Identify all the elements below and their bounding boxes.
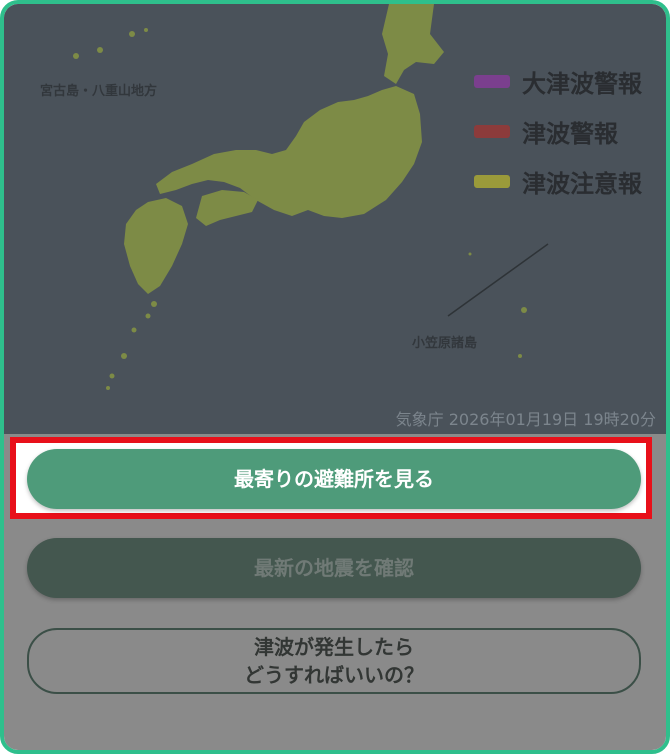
legend-item-tsunami-advisory: 津波注意報 bbox=[474, 156, 642, 206]
major-warning-swatch bbox=[474, 74, 510, 88]
honshu-island bbox=[156, 86, 422, 218]
tsunami-help-button[interactable]: 津波が発生したら どうすればいいの？ bbox=[27, 628, 641, 694]
miyako-yaeyama-label: 宮古島・八重山地方 bbox=[40, 84, 158, 99]
tsunami-map[interactable]: 宮古島・八重山地方 小笠原諸島 大津波警報 津波警報 津波注意報 気象庁 202… bbox=[4, 4, 666, 434]
legend-label: 津波警報 bbox=[522, 119, 618, 148]
agency-timestamp: 気象庁 2026年01月19日 19時20分 bbox=[395, 410, 656, 429]
legend-label: 津波注意報 bbox=[522, 169, 642, 198]
legend-item-major-tsunami-warning: 大津波警報 bbox=[474, 56, 642, 106]
legend-item-tsunami-warning: 津波警報 bbox=[474, 106, 642, 156]
advisory-swatch bbox=[474, 174, 510, 188]
latest-earthquake-button[interactable]: 最新の地震を確認 bbox=[27, 538, 641, 598]
shikoku-island bbox=[196, 190, 258, 226]
nearest-shelter-button[interactable]: 最寄りの避難所を見る bbox=[27, 449, 641, 509]
kyushu-island bbox=[124, 198, 188, 294]
hokkaido-island bbox=[382, 4, 444, 84]
warning-swatch bbox=[474, 124, 510, 138]
warning-legend: 大津波警報 津波警報 津波注意報 bbox=[474, 56, 642, 206]
legend-label: 大津波警報 bbox=[522, 69, 642, 98]
ogasawara-label: 小笠原諸島 bbox=[412, 336, 478, 351]
